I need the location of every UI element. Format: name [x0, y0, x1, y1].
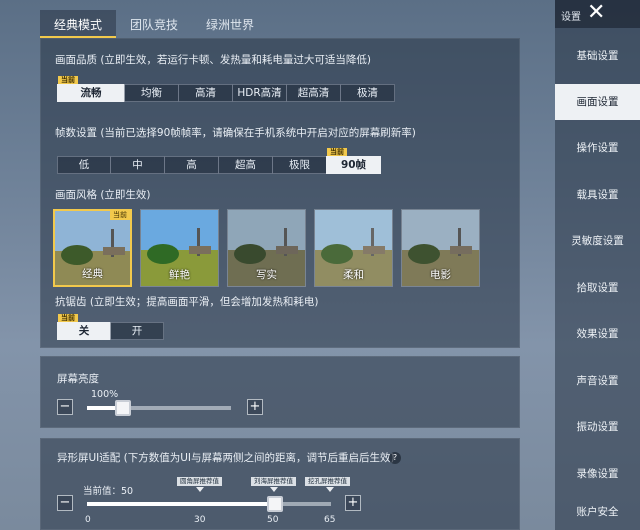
style-name: 经典	[82, 268, 103, 280]
notch-slider[interactable]	[87, 496, 331, 512]
style-label: 画面风格 (立即生效)	[55, 189, 151, 201]
tab-team-arena[interactable]: 团队竞技	[116, 10, 192, 38]
sidebar-item-sensitivity[interactable]: 灵敏度设置	[555, 223, 640, 259]
style-name: 写实	[256, 269, 277, 281]
aa-option-off[interactable]: 当前 关	[57, 314, 111, 340]
help-icon[interactable]: ?	[389, 452, 401, 464]
sidebar-item-basic[interactable]: 基础设置	[555, 38, 640, 74]
brightness-decrease-button[interactable]: −	[57, 399, 73, 415]
aa-option-on[interactable]: 开	[110, 322, 164, 340]
fps-option-low[interactable]: 低	[57, 156, 111, 174]
notch-label: 异形屏UI适配 (下方数值为UI与屏幕两侧之间的距离，调节后重启后生效)	[57, 452, 395, 464]
fps-option-extreme[interactable]: 极限	[272, 156, 327, 174]
sidebar-title: 设置	[561, 12, 581, 23]
tick-label: 50	[267, 515, 279, 525]
sidebar-item-controls[interactable]: 操作设置	[555, 130, 640, 166]
fps-option-very-high[interactable]: 超高	[218, 156, 273, 174]
tick-label: 0	[85, 515, 91, 525]
quality-option-uhd[interactable]: 超高清	[286, 84, 341, 102]
current-badge: 当前	[110, 211, 130, 220]
fps-option-medium[interactable]: 中	[110, 156, 165, 174]
current-badge: 当前	[58, 76, 78, 84]
tab-oasis-world[interactable]: 绿洲世界	[192, 10, 268, 38]
fps-label: 帧数设置 (当前已选择90帧帧率，请确保在手机系统中开启对应的屏幕刷新率)	[55, 127, 416, 139]
style-option-cinematic[interactable]: 电影	[401, 209, 480, 287]
marker-arrow	[196, 487, 204, 492]
current-badge: 当前	[58, 314, 78, 322]
style-option-classic[interactable]: 当前 经典	[53, 209, 132, 287]
sidebar-item-effects[interactable]: 效果设置	[555, 316, 640, 352]
sidebar-item-recording[interactable]: 录像设置	[555, 456, 640, 492]
notch-slider-thumb[interactable]	[266, 496, 283, 512]
notch-slider-fill	[87, 502, 275, 506]
notch-decrease-button[interactable]: −	[57, 495, 73, 511]
fps-option-90[interactable]: 当前 90帧	[326, 148, 381, 174]
fps-selector: 低 中 高 超高 极限 当前 90帧	[57, 148, 381, 174]
sidebar-item-pickup[interactable]: 拾取设置	[555, 270, 640, 306]
style-name: 鲜艳	[169, 269, 190, 281]
quality-label: 画面品质 (立即生效，若运行卡顿、发热量和耗电量过大可适当降低)	[55, 54, 372, 66]
sidebar-item-graphics[interactable]: 画面设置	[555, 84, 640, 120]
marker-punch-hole-screen: 挖孔屏推荐值	[305, 477, 350, 486]
brightness-label: 屏幕亮度	[57, 373, 99, 385]
sidebar-header: 设置 ✕	[555, 0, 640, 28]
quality-option-hdr[interactable]: HDR高清	[232, 84, 287, 102]
marker-arrow	[270, 487, 278, 492]
style-selector: 当前 经典 鲜艳 写实 柔和 电影	[53, 209, 480, 287]
tick-label: 30	[194, 515, 206, 525]
notch-increase-button[interactable]: +	[345, 495, 361, 511]
brightness-panel: 屏幕亮度 100% − +	[40, 356, 520, 428]
sidebar-item-vehicle[interactable]: 载具设置	[555, 177, 640, 213]
current-badge: 当前	[327, 148, 347, 156]
graphics-panel: 画面品质 (立即生效，若运行卡顿、发热量和耗电量过大可适当降低) 当前 流畅 均…	[40, 38, 520, 348]
sidebar-item-audio[interactable]: 声音设置	[555, 363, 640, 399]
brightness-increase-button[interactable]: +	[247, 399, 263, 415]
brightness-slider[interactable]	[87, 400, 231, 416]
quality-option-hd[interactable]: 高清	[178, 84, 233, 102]
fps-option-high[interactable]: 高	[164, 156, 219, 174]
aa-label: 抗锯齿 (立即生效；提高画面平滑，但会增加发热和耗电)	[55, 296, 319, 308]
aa-selector: 当前 关 开	[57, 314, 164, 340]
brightness-value: 100%	[91, 389, 119, 400]
quality-selector: 当前 流畅 均衡 高清 HDR高清 超高清 极清	[57, 76, 395, 102]
style-name: 电影	[430, 269, 451, 281]
close-icon[interactable]: ✕	[587, 2, 605, 24]
brightness-slider-thumb[interactable]	[115, 400, 131, 416]
mode-tabs: 经典模式 团队竞技 绿洲世界	[40, 10, 268, 38]
quality-option-smooth[interactable]: 当前 流畅	[57, 76, 125, 102]
style-name: 柔和	[343, 269, 364, 281]
sidebar-item-vibration[interactable]: 振动设置	[555, 409, 640, 445]
sidebar-item-account-security[interactable]: 账户安全	[555, 494, 640, 530]
notch-current-value: 当前值：50	[83, 486, 134, 497]
marker-rounded-screen: 圆角屏推荐值	[177, 477, 222, 486]
style-option-soft[interactable]: 柔和	[314, 209, 393, 287]
style-option-realistic[interactable]: 写实	[227, 209, 306, 287]
quality-option-ultra[interactable]: 极清	[340, 84, 395, 102]
tick-label: 65	[324, 515, 336, 525]
tab-classic[interactable]: 经典模式	[40, 10, 117, 38]
style-option-vivid[interactable]: 鲜艳	[140, 209, 219, 287]
quality-option-balanced[interactable]: 均衡	[124, 84, 179, 102]
settings-sidebar: 设置 ✕ 基础设置 画面设置 操作设置 载具设置 灵敏度设置 拾取设置 效果设置…	[555, 0, 640, 530]
notch-panel: 异形屏UI适配 (下方数值为UI与屏幕两侧之间的距离，调节后重启后生效) ? 当…	[40, 438, 520, 530]
marker-notch-screen: 刘海屏推荐值	[251, 477, 296, 486]
marker-arrow	[326, 487, 334, 492]
